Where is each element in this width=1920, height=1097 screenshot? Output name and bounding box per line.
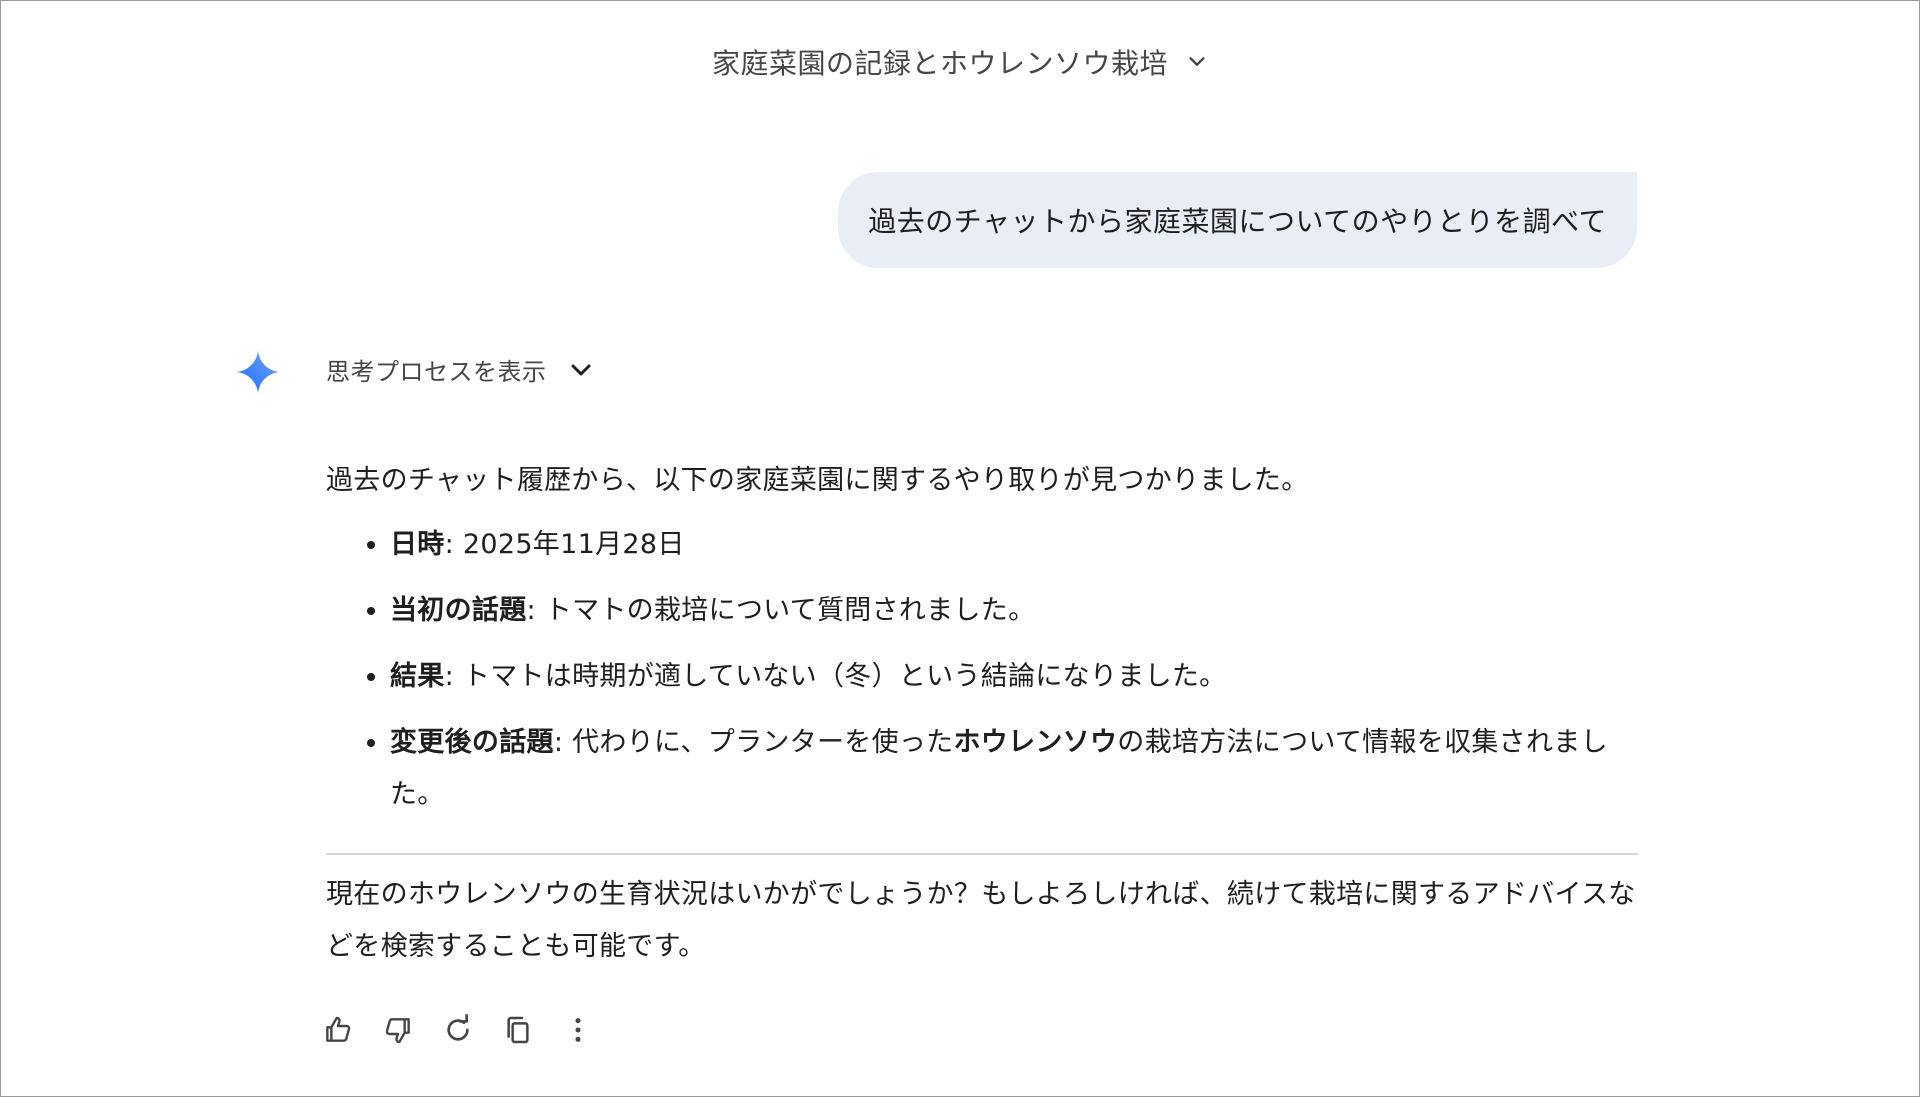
list-item: 当初の話題: トマトの栽培について質問されました。 (390, 585, 1638, 637)
item-label: 変更後の話題 (390, 727, 554, 758)
conversation-title-button[interactable]: 家庭菜園の記録とホウレンソウ栽培 (712, 42, 1208, 82)
user-message-text: 過去のチャットから家庭菜園についてのやりとりを調べて (868, 205, 1607, 238)
item-text: : トマトは時期が適していない（冬）という結論になりました。 (444, 661, 1227, 692)
response-actions (322, 1014, 594, 1046)
thumbs-down-icon[interactable] (382, 1014, 414, 1046)
user-message-bubble: 過去のチャットから家庭菜園についてのやりとりを調べて (838, 172, 1637, 268)
show-thinking-toggle[interactable]: 思考プロセスを表示 (326, 352, 593, 387)
response-closing: 現在のホウレンソウの生育状況はいかがでしょうか？もしよろしければ、続けて栽培に関… (326, 879, 1636, 962)
header: 家庭菜園の記録とホウレンソウ栽培 (0, 42, 1920, 82)
item-text: : 2025年11月28日 (444, 529, 685, 560)
regenerate-icon[interactable] (442, 1014, 474, 1046)
conversation-title: 家庭菜園の記録とホウレンソウ栽培 (711, 47, 1168, 80)
chevron-down-icon (1189, 57, 1205, 66)
response-intro: 過去のチャット履歴から、以下の家庭菜園に関するやり取りが見つかりました。 (326, 465, 1309, 496)
chevron-down-icon (571, 364, 590, 375)
summary-list: 日時: 2025年11月28日 当初の話題: トマトの栽培について質問されました… (326, 519, 1638, 821)
item-label: 結果 (390, 661, 445, 692)
list-item: 変更後の話題: 代わりに、プランターを使ったホウレンソウの栽培方法について情報を… (390, 717, 1638, 821)
list-item: 結果: トマトは時期が適していない（冬）という結論になりました。 (390, 651, 1638, 703)
item-bold-word: ホウレンソウ (953, 727, 1118, 758)
show-thinking-label: 思考プロセスを表示 (326, 358, 547, 386)
horizontal-rule (326, 853, 1638, 855)
list-item: 日時: 2025年11月28日 (390, 519, 1638, 571)
copy-icon[interactable] (502, 1014, 534, 1046)
item-text: : トマトの栽培について質問されました。 (526, 595, 1036, 626)
item-label: 当初の話題 (390, 595, 527, 626)
assistant-response: 過去のチャット履歴から、以下の家庭菜園に関するやり取りが見つかりました。 日時:… (326, 455, 1638, 835)
thumbs-up-icon[interactable] (322, 1014, 354, 1046)
item-text: : 代わりに、プランターを使った (553, 727, 954, 758)
gemini-sparkle-icon (236, 350, 280, 394)
more-vert-icon[interactable] (562, 1014, 594, 1046)
item-label: 日時 (390, 529, 445, 560)
